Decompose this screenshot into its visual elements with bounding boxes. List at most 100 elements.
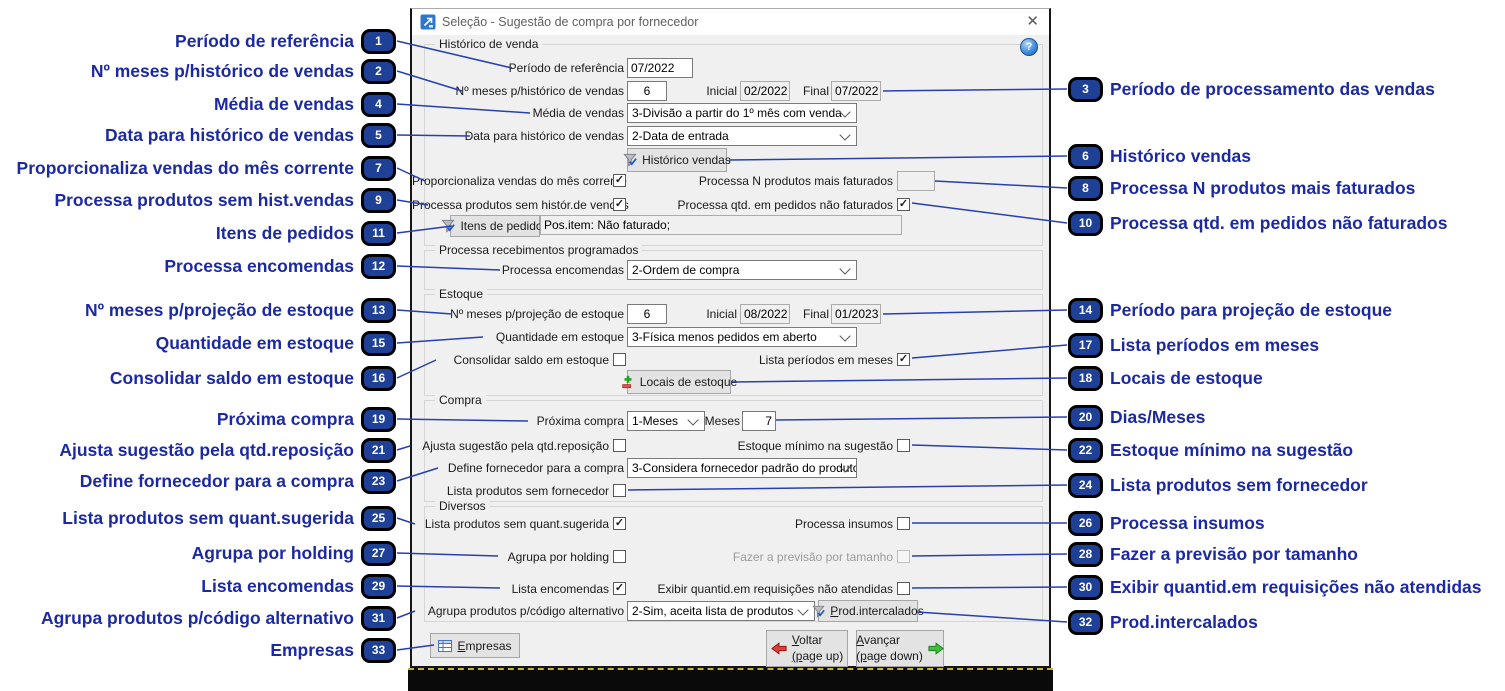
group-label: Diversos [435, 499, 490, 513]
agrupa-holding-checkbox[interactable] [613, 550, 626, 563]
annotation-left-29: Lista encomendas29 [0, 572, 396, 600]
annotation-left-33: Empresas33 [0, 636, 396, 664]
annotation-label: Itens de pedidos [216, 223, 354, 244]
media-vendas-value: 3-Divisão a partir do 1º mês com venda [632, 106, 842, 120]
ajusta-sugestao-checkbox[interactable] [613, 439, 626, 452]
annotation-left-11: Itens de pedidos 11 [0, 219, 396, 247]
voltar-button-label: Voltar (page up) [792, 633, 843, 664]
agrupa-codigo-value: 2-Sim, aceita lista de produtos [632, 604, 793, 618]
chevron-down-icon [839, 263, 850, 274]
annotation-label: Processa produtos sem hist.vendas [54, 190, 354, 211]
companies-grid-icon [438, 640, 452, 652]
annotation-badge: 24 [1068, 473, 1103, 498]
annotation-left-31: Agrupa produtos p/código alternativo31 [0, 604, 396, 632]
final-projecao-field: 01/2023 [831, 304, 881, 324]
annotation-left-12: Processa encomendas12 [0, 252, 396, 280]
lista-periodos-checkbox[interactable]: ✓ [897, 353, 910, 366]
proporcionaliza-checkbox[interactable]: ✓ [613, 174, 626, 187]
annotation-badge: 20 [1068, 405, 1103, 430]
historico-vendas-button[interactable]: Histórico vendas [627, 148, 727, 172]
filter-funnel-icon [623, 153, 637, 167]
lista-periodos-label: Lista períodos em meses [652, 350, 893, 370]
annotation-label: Histórico vendas [1110, 146, 1251, 167]
meses-input[interactable]: 7 [742, 411, 776, 431]
dialog-window: Seleção - Sugestão de compra por fornece… [410, 8, 1051, 668]
annotation-left-16: Consolidar saldo em estoque16 [0, 364, 396, 392]
empresas-button[interactable]: Empresas [430, 633, 520, 658]
annotation-left-27: Agrupa por holding27 [0, 539, 396, 567]
annotation-badge: 23 [361, 469, 396, 494]
annotation-badge: 11 [361, 221, 396, 246]
quantidade-estoque-select[interactable]: 3-Física menos pedidos em aberto [627, 327, 857, 347]
media-vendas-select[interactable]: 3-Divisão a partir do 1º mês com venda [627, 103, 857, 123]
annotation-label: Dias/Meses [1110, 407, 1205, 428]
data-historico-select[interactable]: 2-Data de entrada [627, 126, 857, 146]
qtd-pedidos-checkbox[interactable]: ✓ [897, 198, 910, 211]
locais-estoque-button[interactable]: Locais de estoque [627, 370, 731, 394]
avancar-button[interactable]: Avançar (page down) [856, 630, 944, 667]
sem-sugerida-checkbox[interactable]: ✓ [613, 517, 626, 530]
annotation-right-18: 18 Locais de estoque [1068, 364, 1263, 392]
annotation-label: Processa qtd. em pedidos não faturados [1110, 213, 1447, 234]
itens-pedidos-button[interactable]: Itens de pedidos [450, 215, 540, 237]
annotation-left-23: Define fornecedor para a compra23 [0, 467, 396, 495]
qtd-pedidos-label: Processa qtd. em pedidos não faturados [652, 195, 893, 215]
agrupa-codigo-select[interactable]: 2-Sim, aceita lista de produtos [627, 601, 815, 621]
annotation-label: Locais de estoque [1110, 368, 1263, 389]
processa-insumos-label: Processa insumos [652, 514, 893, 534]
proporcionaliza-label: Proporcionaliza vendas do mês corrente [412, 171, 609, 191]
annotation-label: Período para projeção de estoque [1110, 300, 1392, 321]
annotation-label: Lista encomendas [201, 576, 354, 597]
processa-encomendas-value: 2-Ordem de compra [632, 263, 739, 277]
sem-fornecedor-label: Lista produtos sem fornecedor [412, 481, 609, 501]
meses-label: Meses [695, 411, 740, 431]
annotation-right-20: 20 Dias/Meses [1068, 403, 1205, 431]
n-meses-historico-input[interactable]: 6 [627, 81, 667, 101]
exibir-requisicoes-checkbox[interactable] [897, 582, 910, 595]
annotation-right-28: 28Fazer a previsão por tamanho [1068, 540, 1358, 568]
chevron-down-icon [839, 129, 850, 140]
consolidar-saldo-checkbox[interactable] [613, 353, 626, 366]
annotation-badge: 27 [361, 541, 396, 566]
annotation-badge: 6 [1068, 144, 1103, 169]
annotation-label: Processa N produtos mais faturados [1110, 178, 1415, 199]
estoque-minimo-checkbox[interactable] [897, 439, 910, 452]
annotation-badge: 18 [1068, 366, 1103, 391]
annotation-left-15: Quantidade em estoque 15 [0, 329, 396, 357]
annotation-right-26: 26Processa insumos [1068, 509, 1265, 537]
annotation-badge: 16 [361, 366, 396, 391]
sem-fornecedor-checkbox[interactable] [613, 484, 626, 497]
close-icon[interactable]: ✕ [1026, 12, 1039, 32]
annotation-badge: 31 [361, 606, 396, 631]
voltar-button[interactable]: Voltar (page up) [766, 630, 848, 667]
annotation-label: Prod.intercalados [1110, 612, 1258, 633]
processa-encomendas-select[interactable]: 2-Ordem de compra [627, 260, 857, 280]
help-icon[interactable]: ? [1020, 38, 1038, 56]
periodo-referencia-label: Período de referência [412, 58, 624, 78]
annotation-badge: 30 [1068, 575, 1103, 600]
annotation-left-19: Próxima compra19 [0, 405, 396, 433]
annotation-badge: 9 [361, 188, 396, 213]
green-arrow-right-icon [928, 642, 944, 655]
previsao-tamanho-label: Fazer a previsão por tamanho [652, 547, 893, 567]
processa-insumos-checkbox[interactable] [897, 517, 910, 530]
n-meses-projecao-input[interactable]: 6 [627, 304, 667, 324]
red-arrow-left-icon [771, 642, 787, 655]
annotation-badge: 15 [361, 331, 396, 356]
define-fornecedor-select[interactable]: 3-Considera fornecedor padrão do produto [627, 458, 857, 478]
prod-intercalados-button[interactable]: Prod.intercalados [818, 600, 918, 622]
filter-funnel-icon [812, 605, 825, 618]
processa-encomendas-label: Processa encomendas [412, 260, 624, 280]
periodo-referencia-input[interactable]: 07/2022 [627, 58, 693, 78]
n-produtos-input[interactable] [897, 171, 935, 191]
final-projecao-label: Final [789, 304, 829, 324]
annotation-label: Exibir quantid.em requisições não atendi… [1110, 577, 1481, 598]
sem-historico-checkbox[interactable]: ✓ [613, 198, 626, 211]
annotation-right-32: 32Prod.intercalados [1068, 608, 1258, 636]
lista-encomendas-checkbox[interactable]: ✓ [613, 582, 626, 595]
proxima-compra-select[interactable]: 1-Meses [627, 411, 705, 431]
annotation-left-9: Processa produtos sem hist.vendas 9 [0, 186, 396, 214]
annotation-label: Quantidade em estoque [156, 333, 354, 354]
annotation-badge: 17 [1068, 333, 1103, 358]
bottom-strip [408, 668, 1053, 691]
